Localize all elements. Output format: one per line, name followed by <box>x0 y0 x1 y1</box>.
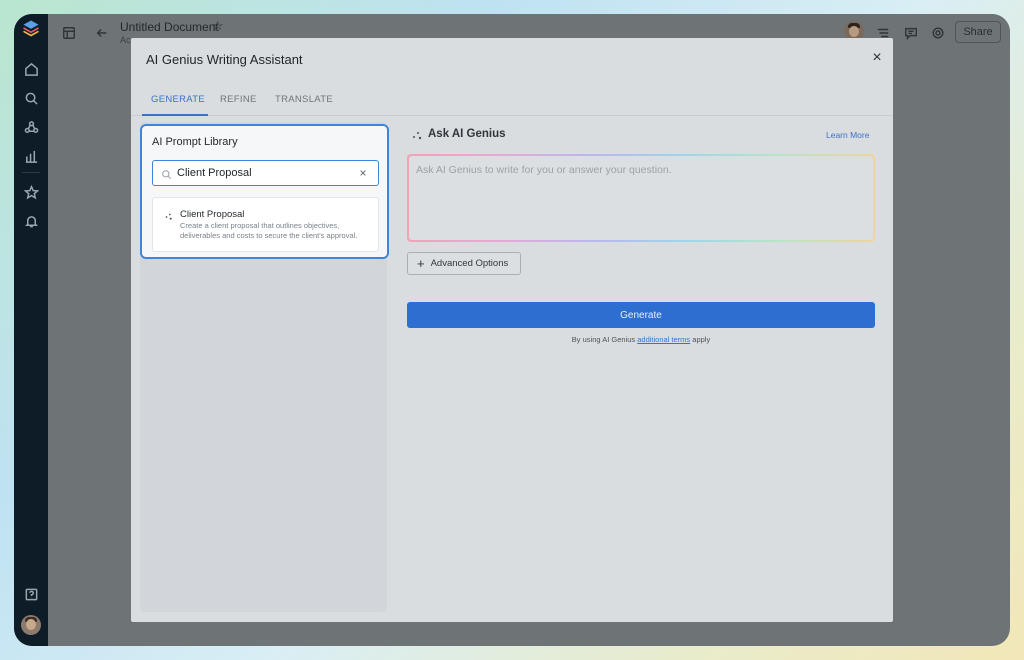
home-icon[interactable] <box>21 59 41 79</box>
prompt-box-border <box>407 154 875 242</box>
team-icon[interactable] <box>21 117 41 137</box>
star-icon[interactable] <box>21 182 41 202</box>
document-title[interactable]: Untitled Document <box>120 20 219 34</box>
learn-more-link[interactable]: Learn More <box>826 130 869 140</box>
search-icon <box>161 167 173 179</box>
sparkle-icon <box>411 129 423 141</box>
tab-translate[interactable]: TRANSLATE <box>275 94 333 105</box>
clear-search-icon[interactable]: × <box>356 165 370 181</box>
advanced-options-label: Advanced Options <box>430 258 509 269</box>
settings-gear-icon[interactable] <box>929 24 947 42</box>
active-tab-indicator <box>142 114 208 116</box>
user-avatar[interactable] <box>21 615 41 635</box>
prompt-library-title: AI Prompt Library <box>152 136 238 148</box>
outline-icon[interactable] <box>60 24 78 42</box>
terms-suffix: apply <box>692 335 711 344</box>
ask-ai-heading: Ask AI Genius <box>428 128 506 140</box>
close-icon[interactable]: × <box>869 50 885 66</box>
tab-refine[interactable]: REFINE <box>220 94 257 105</box>
advanced-options-button[interactable]: + Advanced Options <box>407 252 521 275</box>
ai-genius-dialog: AI Genius Writing Assistant × GENERATE R… <box>131 38 893 622</box>
tab-generate[interactable]: GENERATE <box>151 94 205 105</box>
app-window: Untitled Document ☆ Ac Share AI Genius W… <box>14 14 1010 646</box>
back-arrow-icon[interactable] <box>93 24 111 42</box>
terms-notice: By using AI Genius additional terms appl… <box>407 335 875 344</box>
rail-divider <box>22 172 40 173</box>
terms-link[interactable]: additional terms <box>637 335 690 344</box>
comment-icon[interactable] <box>902 24 920 42</box>
plus-icon: + <box>417 256 425 271</box>
bell-icon[interactable] <box>21 211 41 231</box>
prompt-search-field[interactable]: × <box>152 160 379 186</box>
prompt-result-item[interactable]: Client Proposal Create a client proposal… <box>152 197 379 252</box>
ai-prompt-textarea[interactable] <box>409 156 873 240</box>
help-icon[interactable] <box>21 584 41 604</box>
analytics-icon[interactable] <box>21 146 41 166</box>
dialog-title: AI Genius Writing Assistant <box>146 52 303 67</box>
avatar-face <box>26 619 36 630</box>
terms-prefix: By using AI Genius <box>571 335 636 344</box>
generate-button[interactable]: Generate <box>407 302 875 328</box>
share-button[interactable]: Share <box>955 21 1001 43</box>
collaborator-avatar-face <box>849 26 859 37</box>
app-logo-icon[interactable] <box>21 18 41 38</box>
left-rail <box>14 14 48 646</box>
document-subtitle: Ac <box>120 35 131 45</box>
dialog-tabs: GENERATE REFINE TRANSLATE <box>131 88 893 116</box>
search-icon[interactable] <box>21 88 41 108</box>
prompt-result-description: Create a client proposal that outlines o… <box>180 221 358 240</box>
prompt-search-input[interactable] <box>177 164 347 182</box>
prompt-result-title: Client Proposal <box>180 209 245 220</box>
prompt-library-card: AI Prompt Library × Client Proposal Crea… <box>140 124 389 259</box>
favorite-star-icon[interactable]: ☆ <box>212 18 224 34</box>
sparkle-icon <box>164 209 174 220</box>
